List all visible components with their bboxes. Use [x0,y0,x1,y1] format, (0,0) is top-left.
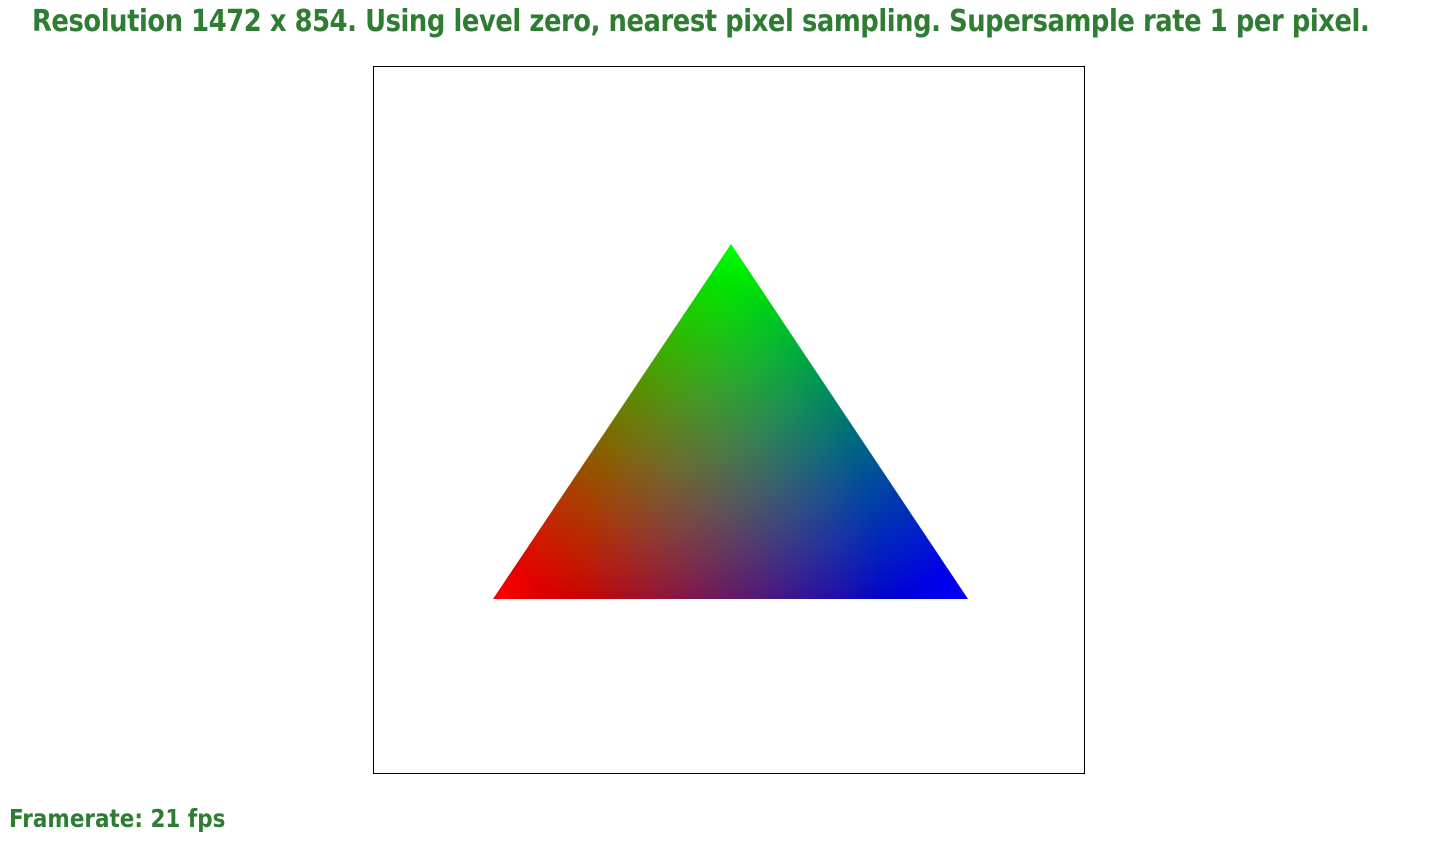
render-viewport[interactable] [373,66,1085,774]
status-line: Resolution 1472 x 854. Using level zero,… [32,4,1370,39]
scene-canvas [493,244,968,599]
framerate-label: Framerate: 21 fps [9,804,226,833]
color-triangle [493,244,968,599]
